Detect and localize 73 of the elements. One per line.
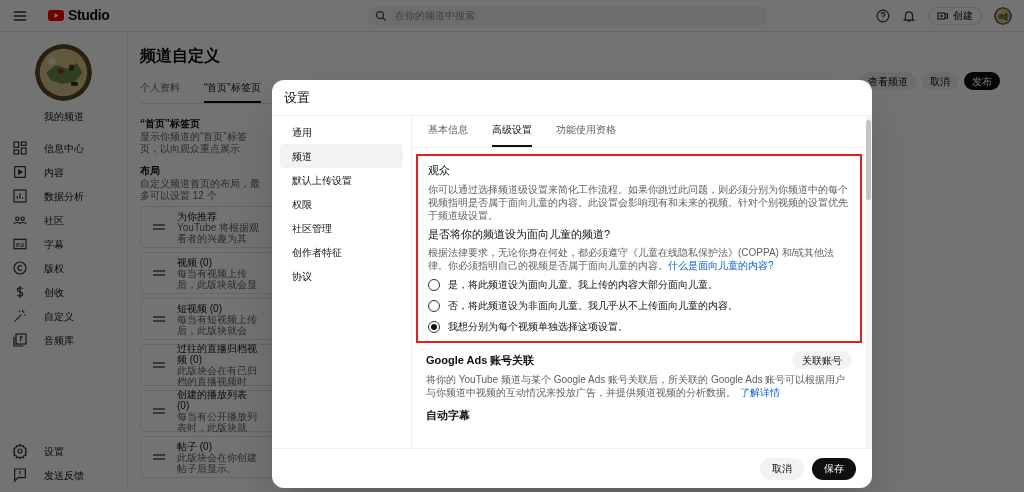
page-button[interactable]: 发布 <box>964 72 1000 90</box>
settings-nav-item[interactable]: 协议 <box>280 264 403 288</box>
nav-item[interactable]: 数据分析 <box>0 184 127 208</box>
ads-description: 将你的 YouTube 频道与某个 Google Ads 账号关联后，所关联的 Google Ads 账号可以根据用户与你频道中视频的互动情况来投放广告，并提供频道视频的分析数据。 了解详情 <box>426 373 847 399</box>
dialog-button[interactable]: 保存 <box>812 457 856 480</box>
nav-item[interactable]: 发送反馈 <box>0 463 127 487</box>
section-title: “首页”标签页 <box>140 117 200 131</box>
help-icon[interactable] <box>876 8 890 23</box>
dialog-button[interactable]: 取消 <box>760 457 804 480</box>
play-icon <box>12 164 28 180</box>
block-description: 此版块会在你创建帖子后显示。 <box>177 451 258 474</box>
chart-icon <box>12 188 28 204</box>
nav-item[interactable]: 自定义 <box>0 304 127 328</box>
block-title: 过往的直播归档视频 (0) <box>177 343 258 365</box>
audience-description: 你可以通过选择频道级设置来简化工作流程。如果你跳过此问题，则必须分别为你频道中的每个视频指明是否属于面向儿童的内容。此设置会影响现有和未来的视频。针对个别视频的设置优先于频道级设置。 <box>428 182 849 222</box>
block-description: YouTube 将根据观看者的兴趣为其 <box>177 221 261 244</box>
nav-item[interactable]: 字幕 <box>0 232 127 256</box>
nav-item[interactable]: 信息中心 <box>0 136 127 160</box>
layout-title: 布局 <box>140 164 160 178</box>
drag-handle-icon[interactable] <box>153 453 165 461</box>
drag-handle-icon[interactable] <box>153 407 165 415</box>
ads-title: Google Ads 账号关联 <box>426 352 535 368</box>
bell-icon[interactable] <box>902 8 916 23</box>
block-title: 为你推荐 <box>177 210 218 222</box>
audience-title: 观众 <box>428 163 451 178</box>
settings-nav-item[interactable]: 权限 <box>280 192 403 216</box>
page-button[interactable]: 取消 <box>922 72 958 90</box>
settings-tab[interactable]: 基本信息 <box>428 122 468 147</box>
next-section-title: 自动字幕 <box>426 408 471 423</box>
settings-nav-item[interactable]: 频道 <box>280 144 403 168</box>
learn-link[interactable]: 什么是面向儿童的内容? <box>668 260 774 271</box>
drag-handle-icon[interactable] <box>153 223 165 231</box>
settings-nav-item[interactable]: 创作者特征 <box>280 240 403 264</box>
music-library-icon <box>12 332 28 348</box>
video-camera-icon <box>937 9 949 22</box>
nav-item[interactable]: 设置 <box>0 439 127 463</box>
nav-item[interactable]: 版权 <box>0 256 127 280</box>
magic-wand-icon <box>12 308 28 324</box>
block-title: 视频 (0) <box>177 256 212 268</box>
logo-text: Studio <box>68 6 110 25</box>
page-title: 频道自定义 <box>140 46 221 66</box>
drag-handle-icon[interactable] <box>153 315 165 323</box>
radio-label: 是，将此频道设为面向儿童。我上传的内容大部分面向儿童。 <box>448 278 718 292</box>
drag-handle-icon[interactable] <box>153 269 165 277</box>
settings-nav-item[interactable]: 社区管理 <box>280 216 403 240</box>
dashboard-icon <box>12 140 28 156</box>
block-title: 创建的播放列表 (0) <box>177 389 247 411</box>
block-title: 短视频 (0) <box>177 302 222 314</box>
scrollbar-thumb[interactable] <box>866 120 871 200</box>
subtitles-icon <box>12 236 28 252</box>
nav-item[interactable]: 创收 <box>0 280 127 304</box>
learn-more-link[interactable]: 了解详情 <box>740 387 780 398</box>
settings-nav-item[interactable]: 默认上传设置 <box>280 168 403 192</box>
copyright-icon <box>12 260 28 276</box>
block-title: 帖子 (0) <box>177 440 212 452</box>
audience-question: 是否将你的频道设为面向儿童的频道? <box>428 226 612 242</box>
drag-handle-icon[interactable] <box>153 361 165 369</box>
nav-item[interactable]: 社区 <box>0 208 127 232</box>
radio-label: 我想分别为每个视频单独选择这项设置。 <box>448 320 628 334</box>
settings-icon <box>12 443 28 459</box>
legal-notice: 根据法律要求，无论你身在何处，都必须遵守《儿童在线隐私保护法》(COPPA) 和/或其他法律。你必须指明自己的视频是否属于面向儿童的内容。什么是面向儿童的内容? <box>428 246 836 272</box>
search-icon <box>375 9 388 22</box>
radio-label: 否，将此频道设为非面向儿童。我几乎从不上传面向儿童的内容。 <box>448 299 738 313</box>
page-tab[interactable]: “首页”标签页 <box>204 80 261 103</box>
nav-item[interactable]: 音频库 <box>0 328 127 352</box>
feedback-icon <box>12 467 28 483</box>
nav-item[interactable]: 内容 <box>0 160 127 184</box>
logo-icon <box>48 10 64 21</box>
link-account-button[interactable]: 关联账号 <box>792 351 852 369</box>
channel-name: 我的频道 <box>43 110 84 124</box>
settings-tab[interactable]: 高级设置 <box>492 122 532 147</box>
settings-nav-item[interactable]: 通用 <box>280 120 403 144</box>
settings-tab[interactable]: 功能使用资格 <box>556 122 616 147</box>
